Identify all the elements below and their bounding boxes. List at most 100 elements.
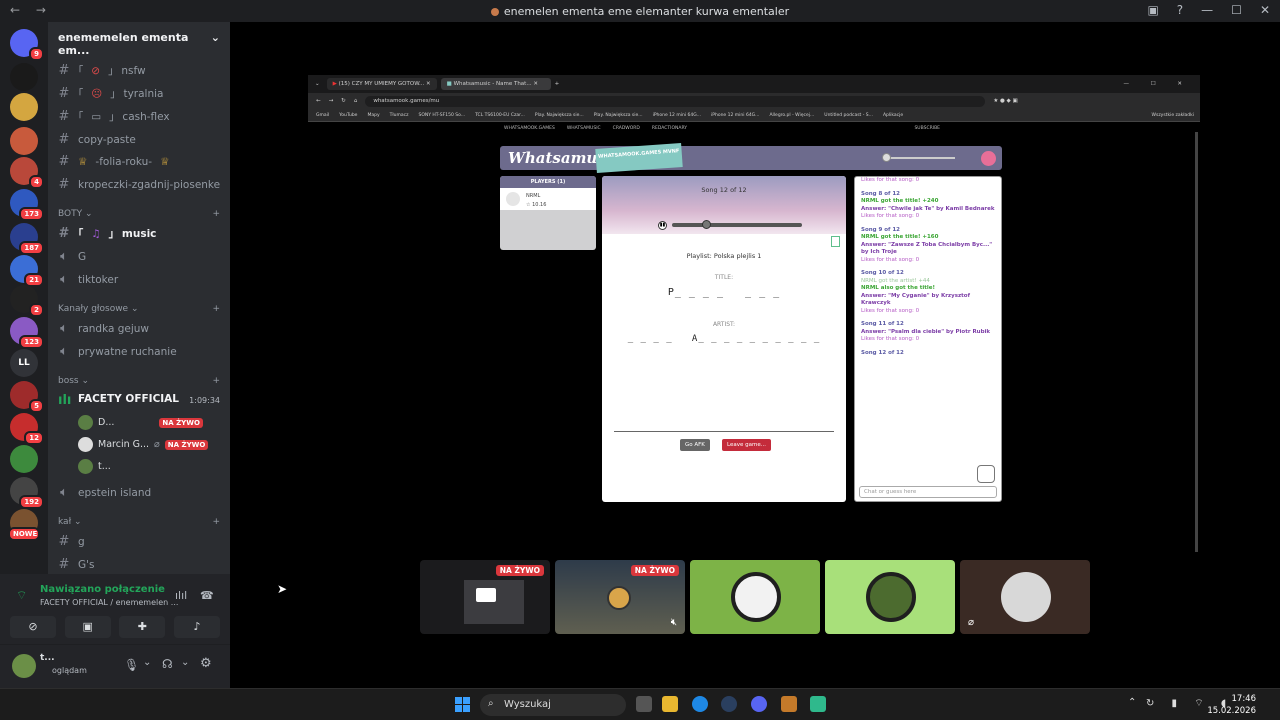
camera-off-button[interactable]: ⊘ [10,616,56,638]
taskbar-clock[interactable]: 17:46 15.02.2026 [1207,693,1256,717]
bookmark-item[interactable]: Play. Największa sie... [535,113,584,118]
channel-tyralnia[interactable]: # ｢ ☹ ｣ tyralnia [58,86,164,101]
guild-header[interactable]: enememelen ementa em... ⌄ [48,22,230,57]
server-s13-icon[interactable]: 12 [10,413,44,445]
url-input[interactable]: whatsamook.games/mu [365,95,986,107]
channel-epstein-island[interactable]: 🔈︎ epstein island [58,485,151,500]
back-icon[interactable]: ← [316,98,321,104]
server-haze-icon[interactable]: 187 [10,223,44,255]
category-kanaly-glosowe[interactable]: Kanały głosowe ⌄ + [58,304,220,314]
participant-tile-1[interactable] [690,560,820,634]
soundboard-button[interactable]: ♪ [173,616,220,638]
edge-icon[interactable] [692,696,708,712]
settings-gear-icon[interactable]: ⚙ [200,656,212,671]
tray-chevron-icon[interactable]: ⌃ [1128,697,1136,708]
steam-icon[interactable] [721,696,737,712]
inbox-icon[interactable]: ▣ [1147,3,1158,17]
bookmark-item[interactable]: YouTube [339,113,357,118]
category-boty[interactable]: BOTY ⌄ + [58,209,220,219]
forward-icon[interactable]: → [329,98,334,104]
tab-list-icon[interactable]: ⌄ [312,81,323,87]
pause-icon[interactable]: ▮▮ [658,221,667,230]
new-tab-icon[interactable]: + [555,81,560,87]
volume-knob[interactable] [882,153,891,162]
browser-window-controls[interactable]: — ☐ ✕ [1123,81,1200,87]
stream-tile-screen[interactable]: NA ŻYWO [420,560,550,634]
site-nav-link[interactable]: WHATSAMOOK.GAMES [504,126,555,131]
task-view-icon[interactable] [636,696,652,712]
server-discord-icon[interactable]: 9 [10,29,44,61]
server-s8-icon[interactable]: 21 [10,255,44,287]
headphones-icon[interactable]: ☊ [162,657,173,671]
volume-slider[interactable] [882,153,955,162]
bookmark-item[interactable]: iPhone 12 mini 64G... [711,113,759,118]
maximize-button[interactable]: ☐ [1231,3,1242,17]
extensions-icon[interactable]: ★ ● ◆ ▣ [993,98,1017,104]
start-button[interactable] [455,697,470,712]
scrollbar[interactable] [1195,132,1198,552]
bookmark-item[interactable]: Aplikacje [883,113,903,118]
chevron-down-icon[interactable]: ⌄ [181,657,189,668]
category-boss[interactable]: boss ⌄ + [58,376,220,386]
mute-icon[interactable]: 🔇︎ [671,617,677,628]
channel-prywatne[interactable]: 🔈︎ prywatne ruchanie [58,344,177,359]
channel-gs[interactable]: # G's [58,557,95,572]
voice-channel-path[interactable]: FACETY OFFICIAL / enememelen ... [40,598,178,607]
channel-nsfw[interactable]: # ｢ ⊘ ｣ nsfw [58,63,146,78]
channel-g[interactable]: 🔈︎ G [58,249,86,264]
add-channel-icon[interactable]: + [212,209,220,219]
activities-button[interactable]: ✚ [119,616,166,638]
bookmark-item[interactable]: Wszystkie zakładki [1152,113,1200,118]
server-s14-icon[interactable] [10,445,38,473]
file-explorer-icon[interactable] [662,696,678,712]
go-afk-button[interactable]: Go AFK [680,439,710,451]
discord-icon[interactable] [751,696,767,712]
server-s6-icon[interactable]: 173 [10,189,44,221]
server-s5-icon[interactable]: 4 [10,157,44,189]
channel-cash-flex[interactable]: # ｢ ▭ ｣ cash-flex [58,109,170,124]
server-s12-icon[interactable]: 5 [10,381,44,413]
channel-facety-official[interactable]: ılı FACETY OFFICIAL 1:09:34 [58,393,220,408]
bookmark-item[interactable]: TCL TS6100-EU Czar... [475,113,525,118]
bookmark-item[interactable]: iPhone 12 mini 64G... [653,113,701,118]
site-nav-link[interactable]: REDACTIONARY [652,126,687,131]
site-nav-link[interactable]: WHATSAMUSIC [567,126,601,131]
noise-suppression-icon[interactable]: ılıl [175,589,187,602]
close-button[interactable]: ✕ [1260,3,1270,17]
participant-tile-3[interactable]: ⌀ [960,560,1090,634]
add-channel-icon[interactable]: + [212,517,220,527]
bookmark-item[interactable]: SONY HT-SF150 So... [418,113,465,118]
channel-copy-paste[interactable]: # copy-paste [58,132,136,147]
participant-tile-2[interactable] [825,560,955,634]
category-kal[interactable]: kał ⌄ + [58,517,220,527]
server-nlb-icon[interactable] [10,63,38,91]
microphone-icon[interactable]: 🎙︎ [124,658,139,672]
server-s3-icon[interactable] [10,93,38,121]
add-channel-icon[interactable]: + [212,376,220,386]
leave-game-button[interactable]: Leave game... [722,439,771,451]
signal-icon[interactable]: ⌔ [16,588,27,603]
reload-icon[interactable]: ↻ [341,98,346,104]
server-s10-icon[interactable]: 123 [10,317,44,349]
channel-folia-roku[interactable]: # ♕ -folia-roku- ♕ [58,154,170,169]
channel-tiktoker[interactable]: 🔈︎ tiktoker [58,272,118,287]
server-s16-icon[interactable]: NOWE [8,509,40,541]
stream-tile-game[interactable]: NA ŻYWO 🔇︎ [555,560,685,634]
app-icon-2[interactable] [810,696,826,712]
taskbar-search[interactable]: ⌕ Wyszukaj [480,694,626,716]
app-icon[interactable] [781,696,797,712]
server-s9-icon[interactable]: 2 [10,285,44,317]
bookmark-item[interactable]: Allegro.pl - Więcej... [769,113,814,118]
site-nav-link[interactable]: SUBSCRIBE [914,126,940,131]
disconnect-icon[interactable]: ☎ [200,589,214,602]
bookmark-icon[interactable] [831,236,840,247]
screen-share-button[interactable]: ▣ [64,616,111,638]
menu-icon[interactable] [981,151,996,166]
bookmark-item[interactable]: Play. Największa sie... [594,113,643,118]
channel-music[interactable]: # ｢ ♫ ｣ music [58,226,157,241]
scroll-bottom-button[interactable] [977,465,995,483]
chevron-down-icon[interactable]: ⌄ [143,657,151,668]
home-icon[interactable]: ⌂ [354,98,358,104]
browser-tab-whatsamusic[interactable]: ■ Whatsamusic - Name That... ✕ [440,78,551,90]
chat-input[interactable]: Chat or guess here [859,486,997,498]
